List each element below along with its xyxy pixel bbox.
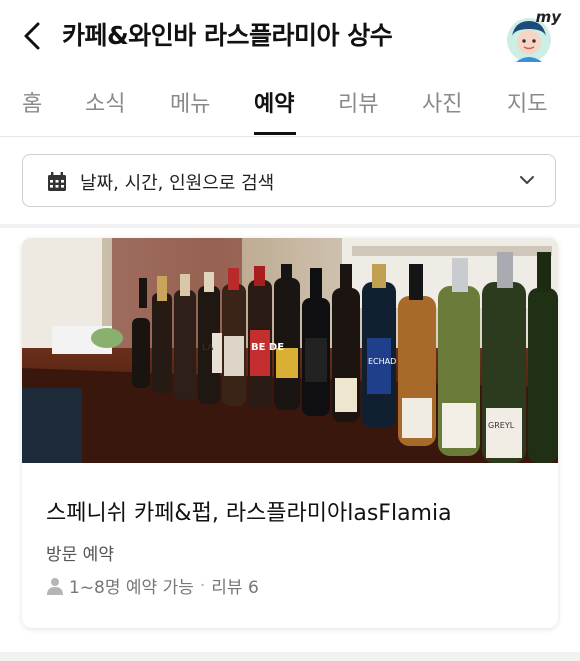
tab-map[interactable]: 지도 <box>507 86 547 118</box>
back-button[interactable] <box>14 18 50 54</box>
reservation-search-dropdown[interactable]: 날짜, 시간, 인원으로 검색 <box>22 154 556 207</box>
tab-photos[interactable]: 사진 <box>422 86 462 118</box>
reservation-meta: 1~8명 예약 가능 · 리뷰 6 <box>46 573 259 598</box>
svg-text:ECHAD: ECHAD <box>368 357 396 366</box>
chevron-down-icon <box>520 176 534 184</box>
tab-menu[interactable]: 메뉴 <box>170 86 210 118</box>
calendar-icon <box>48 172 66 191</box>
bottom-divider <box>0 652 580 661</box>
restaurant-name: 스페니쉬 카페&펍, 라스플라미아lasFlamia <box>46 501 452 526</box>
page-title: 카페&와인바 라스플라미아 상수 <box>62 21 393 50</box>
tab-reservation[interactable]: 예약 <box>254 86 294 118</box>
wine-bottles-photo: LA BE DE ECHAD GREYL <box>22 238 558 463</box>
capacity-text: 1~8명 예약 가능 <box>69 578 194 598</box>
chevron-left-icon <box>24 22 40 50</box>
tab-home[interactable]: 홈 <box>22 86 42 118</box>
section-divider <box>0 224 580 228</box>
search-label: 날짜, 시간, 인원으로 검색 <box>80 173 275 194</box>
app-header: 카페&와인바 라스플라미아 상수 my <box>0 0 580 70</box>
tab-bar: 홈 소식 메뉴 예약 리뷰 사진 지도 <box>0 70 580 137</box>
my-profile-button[interactable]: my <box>505 8 563 62</box>
avatar-badge: my <box>535 8 561 26</box>
svg-text:GREYL: GREYL <box>488 421 515 430</box>
active-tab-indicator <box>254 132 296 135</box>
svg-text:BE DE: BE DE <box>251 342 284 353</box>
reservation-card[interactable]: LA BE DE ECHAD GREYL 스페니쉬 카페&펍, 라스플라미아la… <box>22 238 558 628</box>
reservation-type: 방문 예약 <box>46 545 114 565</box>
tab-news[interactable]: 소식 <box>85 86 125 118</box>
meta-separator: · <box>199 575 206 596</box>
svg-text:LA: LA <box>202 343 214 353</box>
person-icon <box>47 577 63 595</box>
tab-reviews[interactable]: 리뷰 <box>338 86 378 118</box>
review-count[interactable]: 리뷰 6 <box>211 573 259 598</box>
